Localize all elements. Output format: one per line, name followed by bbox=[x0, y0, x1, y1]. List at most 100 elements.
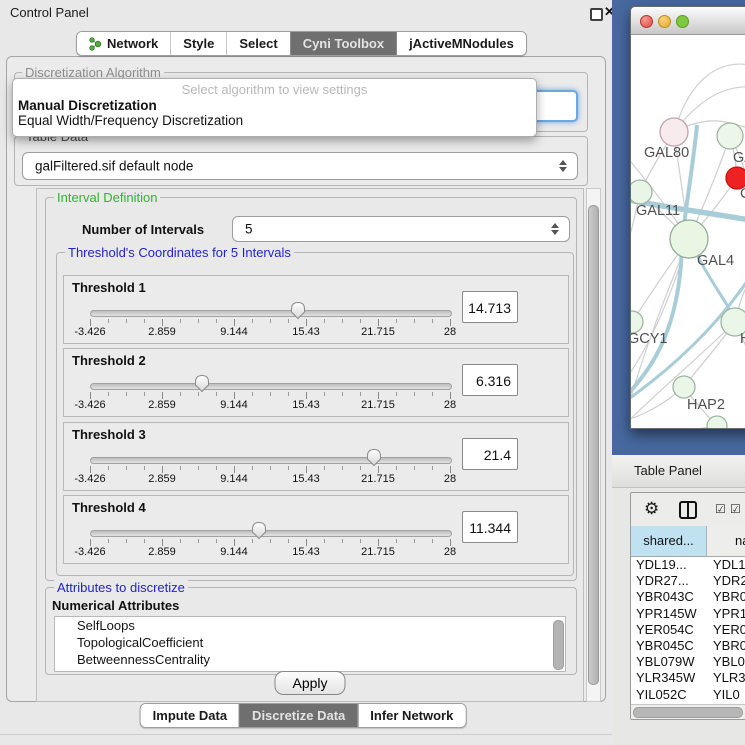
tab-network[interactable]: Network bbox=[77, 32, 170, 55]
cell-shared-name[interactable]: YIL052C bbox=[631, 687, 706, 703]
cell-name[interactable]: YDR2 bbox=[706, 573, 745, 589]
tab-select[interactable]: Select bbox=[226, 32, 289, 55]
node-label: HAP2 bbox=[687, 397, 725, 413]
network-node[interactable] bbox=[717, 123, 743, 149]
slider-knob[interactable] bbox=[289, 301, 306, 320]
tab-infer-network[interactable]: Infer Network bbox=[357, 704, 465, 727]
network-node[interactable] bbox=[631, 311, 643, 333]
slider-track[interactable] bbox=[90, 457, 452, 464]
major-tick bbox=[306, 392, 307, 399]
table-header-row: shared... na bbox=[631, 526, 745, 557]
checkbox-icon[interactable]: ☑ bbox=[715, 502, 726, 516]
tick-label: 9.144 bbox=[220, 399, 248, 411]
panel-scrollbar[interactable] bbox=[586, 188, 601, 702]
network-view-window[interactable]: GAL80GACGAL11GAL4GCY1HHAP2 bbox=[630, 6, 745, 429]
network-node[interactable] bbox=[660, 118, 688, 146]
tick-label: 2.859 bbox=[148, 546, 176, 558]
table-row[interactable]: YLR345W YLR3 bbox=[631, 670, 745, 686]
slider-knob[interactable] bbox=[366, 448, 383, 467]
cell-name[interactable]: YBR0 bbox=[706, 589, 745, 605]
threshold-value-field[interactable]: 6.316 bbox=[462, 364, 518, 396]
list-scrollbar-thumb[interactable] bbox=[553, 620, 564, 670]
split-columns-icon[interactable] bbox=[679, 501, 697, 519]
network-node[interactable] bbox=[673, 376, 695, 398]
network-icon bbox=[89, 37, 102, 51]
list-item[interactable]: BetweennessCentrality bbox=[55, 651, 565, 668]
float-window-icon[interactable] bbox=[590, 8, 603, 21]
threshold-value-field[interactable]: 21.4 bbox=[462, 438, 518, 470]
cell-shared-name[interactable]: YER054C bbox=[631, 622, 706, 638]
tick-labels: -3.4262.8599.14415.4321.71528 bbox=[90, 473, 450, 487]
slider-knob[interactable] bbox=[193, 374, 210, 393]
apply-button[interactable]: Apply bbox=[274, 671, 345, 695]
table-row[interactable]: YER054C YER0 bbox=[631, 622, 745, 638]
list-item[interactable]: SelfLoops bbox=[55, 617, 565, 634]
number-of-intervals-combobox[interactable]: 5 bbox=[232, 216, 570, 242]
checkbox-icon[interactable]: ☑ bbox=[730, 502, 741, 516]
cell-shared-name[interactable]: YBL079W bbox=[631, 654, 706, 670]
tick-marks-major bbox=[90, 319, 450, 326]
cell-name[interactable]: YBL0 bbox=[706, 654, 745, 670]
node-label: GCY1 bbox=[631, 331, 668, 347]
tab-discretize-data[interactable]: Discretize Data bbox=[239, 704, 357, 727]
tick-label: 28 bbox=[444, 473, 456, 485]
slider-track[interactable] bbox=[90, 530, 452, 537]
cell-name[interactable]: YIL0 bbox=[706, 687, 745, 703]
table-row[interactable]: YDL19... YDL1 bbox=[631, 557, 745, 573]
slider-track[interactable] bbox=[90, 310, 452, 317]
dropdown-option-manual[interactable]: Manual Discretization bbox=[13, 98, 536, 113]
network-canvas[interactable]: GAL80GACGAL11GAL4GCY1HHAP2 bbox=[631, 35, 745, 428]
tab-impute-data[interactable]: Impute Data bbox=[141, 704, 239, 727]
table-row[interactable]: YPR145W YPR1 bbox=[631, 606, 745, 622]
cell-name[interactable]: YER0 bbox=[706, 622, 745, 638]
table-row[interactable]: YDR27... YDR2 bbox=[631, 573, 745, 589]
tick-label: 15.43 bbox=[292, 473, 320, 485]
zoom-traffic-light[interactable] bbox=[676, 15, 689, 28]
cell-name[interactable]: YPR1 bbox=[706, 606, 745, 622]
dropdown-option-equal-width[interactable]: Equal Width/Frequency Discretization bbox=[13, 113, 536, 128]
column-header-shared-name[interactable]: shared... bbox=[631, 526, 707, 556]
tab-cyni-toolbox[interactable]: Cyni Toolbox bbox=[290, 32, 396, 55]
close-traffic-light[interactable] bbox=[640, 15, 653, 28]
table-row[interactable]: YBL079W YBL0 bbox=[631, 654, 745, 670]
tick-labels: -3.4262.8599.14415.4321.71528 bbox=[90, 326, 450, 340]
cell-shared-name[interactable]: YBR043C bbox=[631, 589, 706, 605]
network-window-titlebar[interactable] bbox=[631, 7, 745, 35]
table-panel: Table Panel ⚙ ☑ ☑ shared... na YDL19... … bbox=[612, 455, 745, 745]
table-row[interactable]: YBR043C YBR0 bbox=[631, 589, 745, 605]
cell-name[interactable]: YDL1 bbox=[706, 557, 745, 573]
table-row[interactable]: YBR045C YBR0 bbox=[631, 638, 745, 654]
minimize-traffic-light[interactable] bbox=[658, 15, 671, 28]
tab-style[interactable]: Style bbox=[170, 32, 226, 55]
slider-track[interactable] bbox=[90, 383, 452, 390]
table-row[interactable]: YIL052C YIL0 bbox=[631, 687, 745, 703]
column-header-name[interactable]: na bbox=[707, 526, 745, 556]
horizontal-scrollbar[interactable] bbox=[631, 704, 745, 719]
cell-shared-name[interactable]: YLR345W bbox=[631, 670, 706, 686]
bottom-tab-bar: Impute Data Discretize Data Infer Networ… bbox=[140, 703, 467, 728]
cell-shared-name[interactable]: YPR145W bbox=[631, 606, 706, 622]
slider-knob[interactable] bbox=[251, 521, 268, 540]
panel-scrollbar-thumb[interactable] bbox=[588, 205, 599, 685]
cell-shared-name[interactable]: YDL19... bbox=[631, 557, 706, 573]
table-data-combobox[interactable]: galFiltered.sif default node bbox=[22, 152, 578, 180]
major-tick bbox=[378, 319, 379, 326]
horizontal-scrollbar-thumb[interactable] bbox=[633, 707, 743, 718]
cell-name[interactable]: YLR3 bbox=[706, 670, 745, 686]
network-node[interactable] bbox=[631, 180, 652, 204]
node-label: C bbox=[740, 186, 745, 202]
cell-name[interactable]: YBR0 bbox=[706, 638, 745, 654]
threshold-value-field[interactable]: 11.344 bbox=[462, 511, 518, 543]
table-toolbar: ⚙ ☑ ☑ bbox=[631, 493, 745, 526]
tab-jactivemnodules[interactable]: jActiveMNodules bbox=[396, 32, 526, 55]
tick-marks-major bbox=[90, 466, 450, 473]
threshold-value-field[interactable]: 14.713 bbox=[462, 291, 518, 323]
gear-icon[interactable]: ⚙ bbox=[644, 499, 659, 519]
tick-label: 21.715 bbox=[361, 326, 395, 338]
major-tick bbox=[234, 539, 235, 546]
cell-shared-name[interactable]: YDR27... bbox=[631, 573, 706, 589]
cell-shared-name[interactable]: YBR045C bbox=[631, 638, 706, 654]
list-item[interactable]: TopologicalCoefficient bbox=[55, 634, 565, 651]
major-tick bbox=[90, 319, 91, 326]
tick-label: -3.426 bbox=[74, 326, 105, 338]
